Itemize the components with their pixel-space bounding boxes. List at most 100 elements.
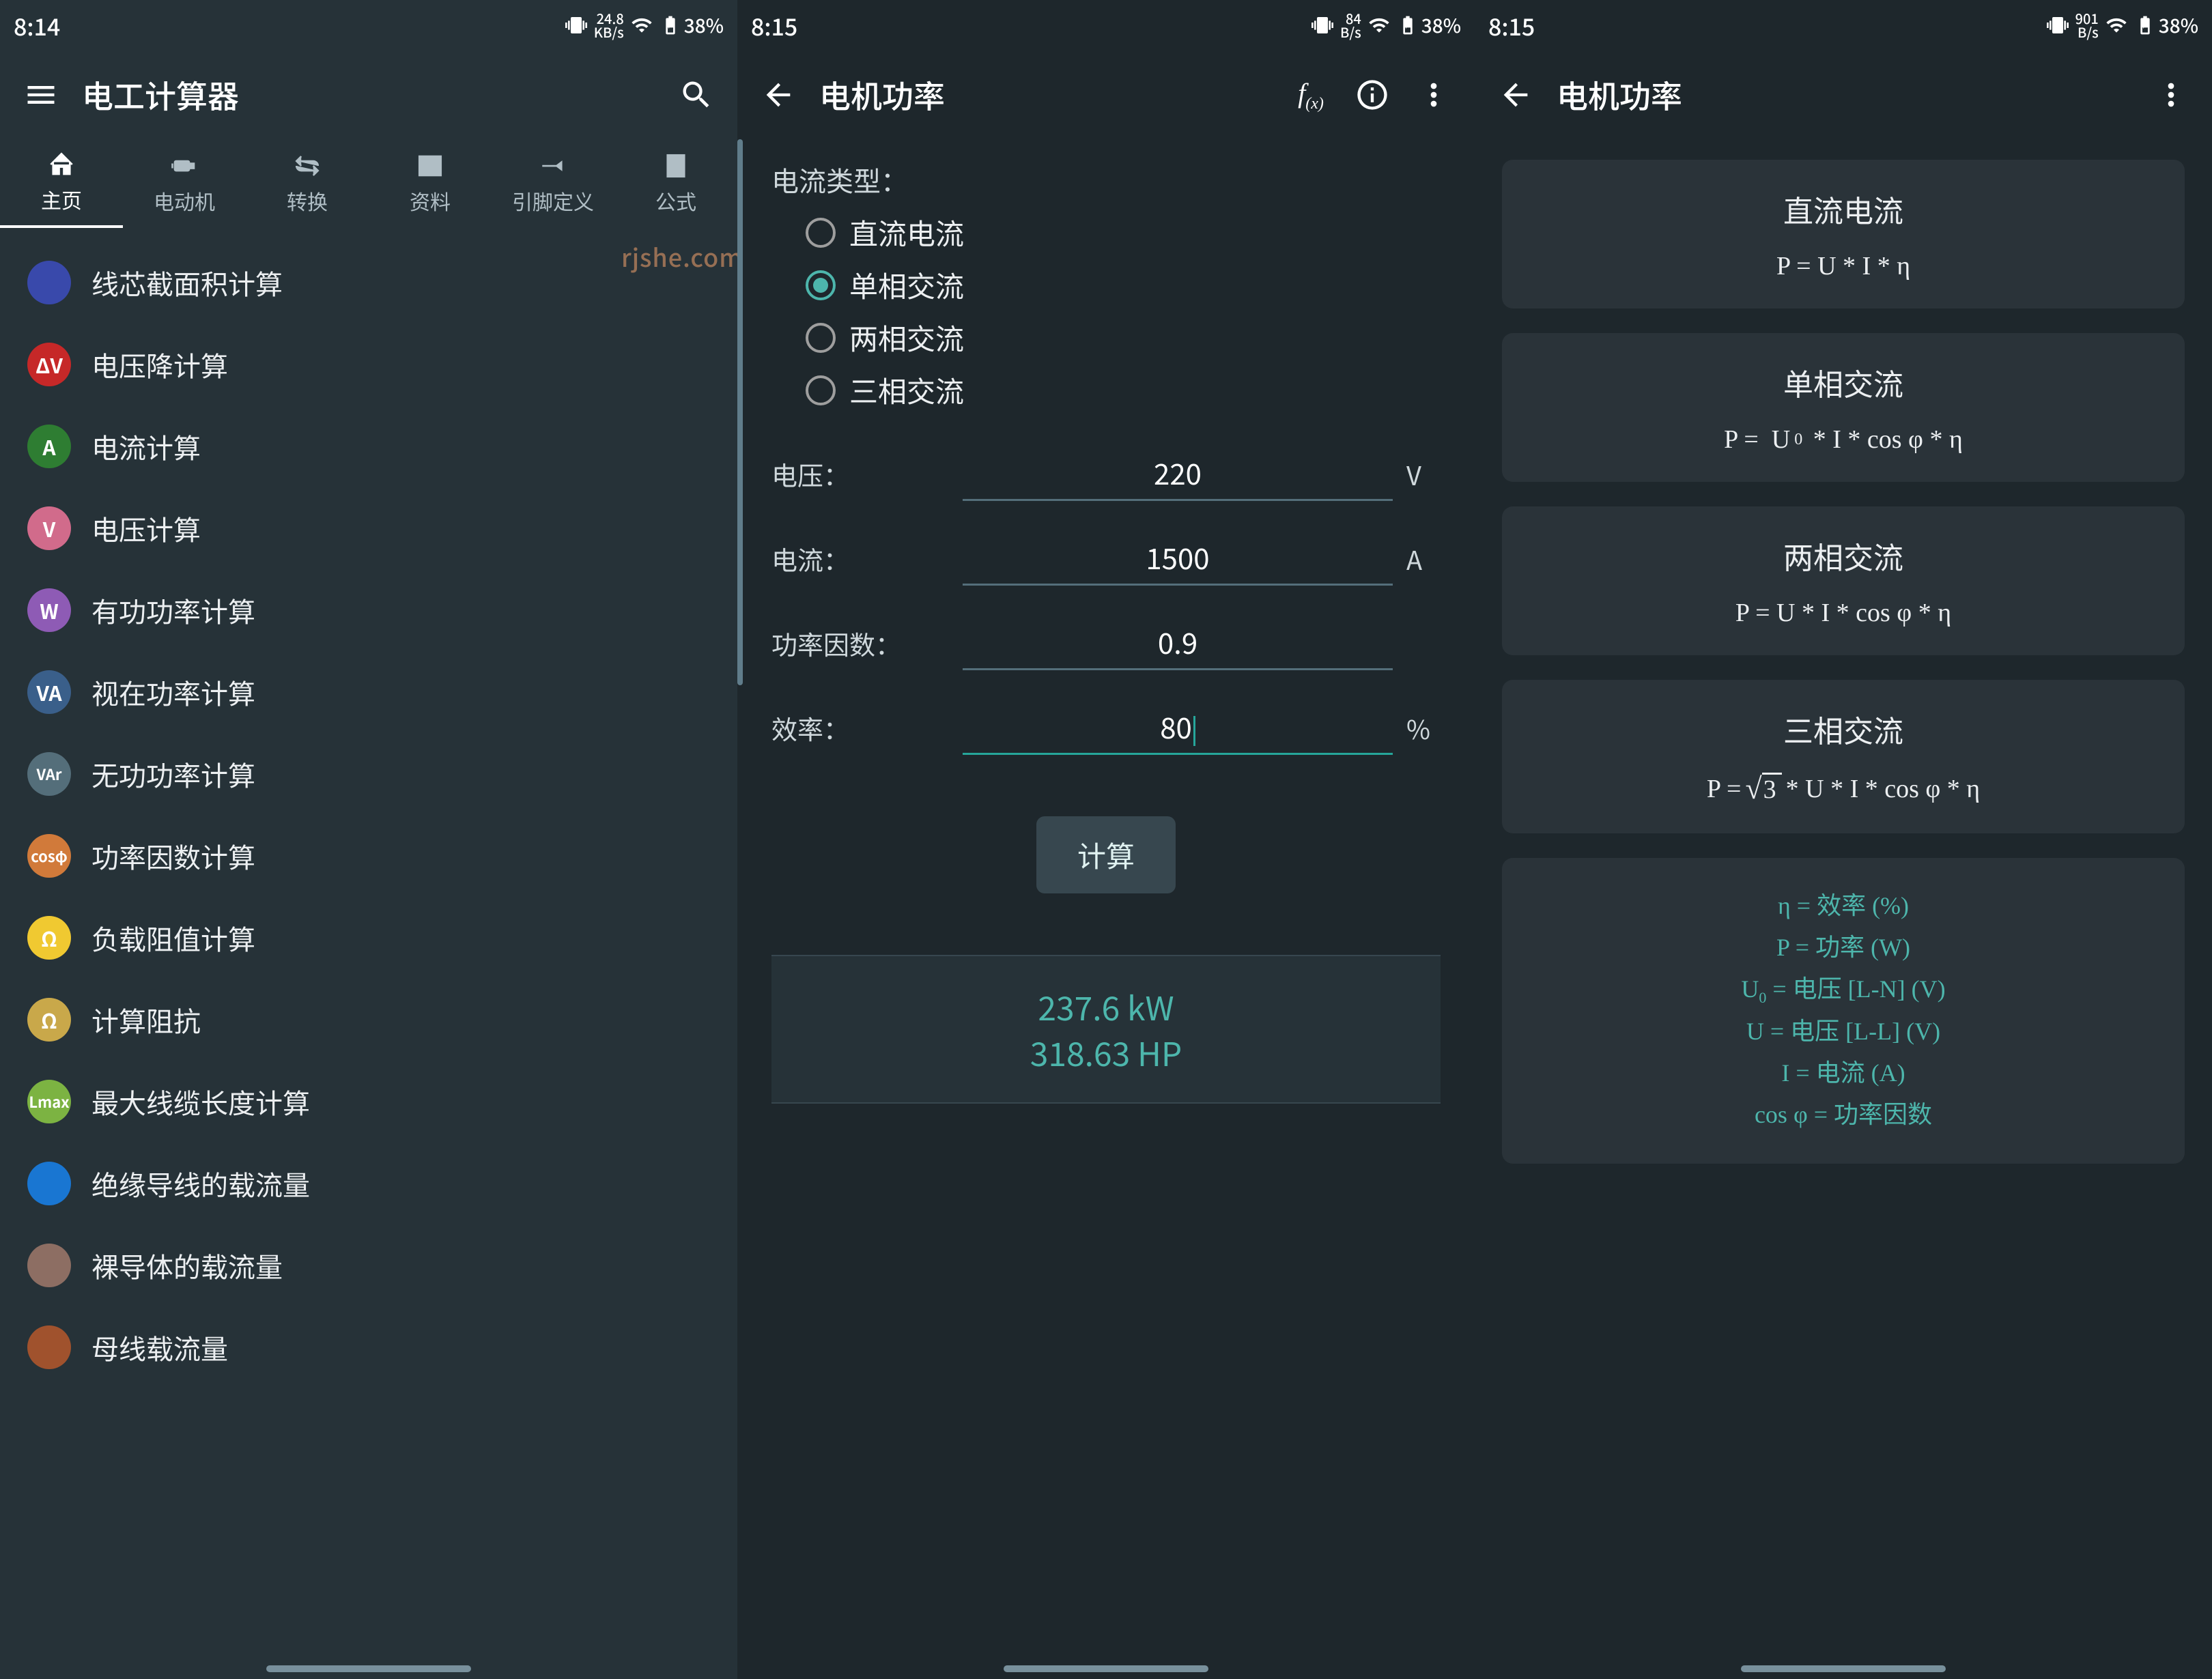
- battery-icon: [1397, 14, 1419, 36]
- tab-pinout[interactable]: 引脚定义: [492, 139, 614, 228]
- list-item-icon: Ω: [27, 916, 71, 960]
- calculate-button[interactable]: 计算: [1036, 816, 1176, 893]
- text-cursor: [1193, 716, 1195, 746]
- list-item-icon: V: [27, 506, 71, 550]
- screen-calculator: 8:15 84 B/s 38% 电机功率 f(x): [737, 0, 1475, 1679]
- formula-card-three: 三相交流 P = √3 * U * I * cos φ * η: [1502, 680, 2185, 833]
- list-item-label: 有功功率计算: [91, 590, 255, 630]
- radio-single-phase[interactable]: 单相交流: [806, 259, 1441, 311]
- menu-button[interactable]: [20, 74, 61, 115]
- home-icon: [47, 150, 76, 179]
- current-type-radios: 直流电流 单相交流 两相交流 三相交流: [806, 206, 1441, 416]
- radio-icon: [806, 375, 836, 405]
- radio-icon: [806, 323, 836, 353]
- wifi-icon: [2105, 14, 2127, 36]
- formula: P = U * I * η: [1522, 251, 2164, 281]
- form-body: 电流类型： 直流电流 单相交流 两相交流 三相交流 电压： 220 V: [737, 139, 1475, 1659]
- list-item[interactable]: cosφ 功率因数计算: [0, 815, 737, 897]
- back-arrow-icon: [1498, 77, 1533, 113]
- list-item-label: 功率因数计算: [91, 836, 255, 876]
- list-item-icon: VAr: [27, 752, 71, 796]
- list-item-label: 母线载流量: [91, 1328, 228, 1367]
- pf-field: 功率因数： 0.9: [771, 616, 1441, 670]
- list-item-icon: [27, 261, 71, 304]
- more-button[interactable]: [2151, 74, 2192, 115]
- radio-three-phase[interactable]: 三相交流: [806, 364, 1441, 416]
- list-item[interactable]: V 电压计算: [0, 487, 737, 569]
- formula-icon: [662, 152, 690, 180]
- radio-dc[interactable]: 直流电流: [806, 206, 1441, 259]
- radio-two-phase[interactable]: 两相交流: [806, 311, 1441, 364]
- list-item[interactable]: Lmax最大线缆长度计算: [0, 1061, 737, 1143]
- list-item-icon: ΔV: [27, 343, 71, 386]
- status-bar: 8:14 24.8 KB/s 38%: [0, 0, 737, 51]
- current-input[interactable]: 1500: [963, 531, 1393, 586]
- battery-icon: [660, 14, 681, 36]
- result-hp: 318.63 HP: [799, 1029, 1413, 1075]
- list-item[interactable]: Ω 计算阻抗: [0, 979, 737, 1061]
- voltage-input[interactable]: 220: [963, 446, 1393, 501]
- list-item[interactable]: A电流计算: [0, 405, 737, 487]
- convert-icon: [293, 152, 322, 180]
- vibrate-icon: [565, 14, 587, 36]
- list-item-icon: [27, 1325, 71, 1369]
- back-arrow-icon: [761, 77, 796, 113]
- voltage-field: 电压： 220 V: [771, 446, 1441, 501]
- motor-icon: [170, 152, 199, 180]
- list-item[interactable]: ΔV电压降计算: [0, 324, 737, 405]
- efficiency-input[interactable]: 80: [963, 700, 1393, 755]
- list-item[interactable]: 线芯截面积计算: [0, 242, 737, 324]
- fx-button[interactable]: f(x): [1290, 74, 1331, 115]
- calculator-list: 线芯截面积计算ΔV电压降计算A电流计算V电压计算W有功功率计算VA视在功率计算V…: [0, 228, 737, 1659]
- list-item[interactable]: W 有功功率计算: [0, 569, 737, 651]
- tab-motor[interactable]: 电动机: [123, 139, 246, 228]
- search-icon: [679, 77, 714, 113]
- list-item-label: 线芯截面积计算: [91, 263, 283, 302]
- list-item[interactable]: 绝缘导线的载流量: [0, 1143, 737, 1224]
- back-button[interactable]: [758, 74, 799, 115]
- formula-card-dc: 直流电流 P = U * I * η: [1502, 160, 2185, 308]
- pf-input[interactable]: 0.9: [963, 616, 1393, 670]
- list-item[interactable]: VAr无功功率计算: [0, 733, 737, 815]
- list-item[interactable]: Ω负载阻值计算: [0, 897, 737, 979]
- vibrate-icon: [2047, 14, 2069, 36]
- info-button[interactable]: [1352, 74, 1393, 115]
- list-item-label: 计算阻抗: [91, 1000, 201, 1039]
- page-title: 电机功率: [819, 72, 1270, 117]
- list-item-icon: Lmax: [27, 1080, 71, 1123]
- screen-formulas: 8:15 901 B/s 38% 电机功率 直流电流 P = U * I * η: [1475, 0, 2212, 1679]
- list-item-icon: W: [27, 588, 71, 632]
- more-button[interactable]: [1413, 74, 1454, 115]
- app-bar: 电机功率: [1475, 51, 2212, 139]
- list-item-icon: Ω: [27, 998, 71, 1042]
- more-vert-icon: [1416, 77, 1451, 113]
- back-button[interactable]: [1495, 74, 1536, 115]
- formula-card-single: 单相交流 P = U0 * I * cos φ * η: [1502, 333, 2185, 482]
- app-title: 电工计算器: [82, 72, 655, 117]
- efficiency-field: 效率： 80 %: [771, 700, 1441, 755]
- nav-bar: [737, 1659, 1475, 1679]
- list-item[interactable]: 母线载流量: [0, 1306, 737, 1388]
- tabs: 主页 电动机 转换 资料 引脚定义 公式: [0, 139, 737, 228]
- current-type-label: 电流类型：: [771, 160, 1441, 199]
- vibrate-icon: [1311, 14, 1333, 36]
- search-button[interactable]: [676, 74, 717, 115]
- tab-home[interactable]: 主页: [0, 139, 123, 228]
- formula: P = √3 * U * I * cos φ * η: [1522, 771, 2164, 806]
- info-icon: [1355, 77, 1390, 113]
- result-box: 237.6 kW 318.63 HP: [771, 955, 1441, 1104]
- list-item[interactable]: VA视在功率计算: [0, 651, 737, 733]
- tab-formula[interactable]: 公式: [614, 139, 737, 228]
- current-field: 电流： 1500 A: [771, 531, 1441, 586]
- formula-body: 直流电流 P = U * I * η 单相交流 P = U0 * I * cos…: [1475, 139, 2212, 1659]
- tab-data[interactable]: 资料: [369, 139, 492, 228]
- app-bar: 电机功率 f(x): [737, 51, 1475, 139]
- list-item-label: 电压计算: [91, 508, 201, 548]
- tab-convert[interactable]: 转换: [246, 139, 369, 228]
- list-item-label: 视在功率计算: [91, 672, 255, 712]
- screen-main: 8:14 24.8 KB/s 38% 电工计算器 主页: [0, 0, 737, 1679]
- formula-card-two: 两相交流 P = U * I * cos φ * η: [1502, 506, 2185, 655]
- app-bar: 电工计算器: [0, 51, 737, 139]
- list-item[interactable]: 裸导体的载流量: [0, 1224, 737, 1306]
- list-item-icon: cosφ: [27, 834, 71, 878]
